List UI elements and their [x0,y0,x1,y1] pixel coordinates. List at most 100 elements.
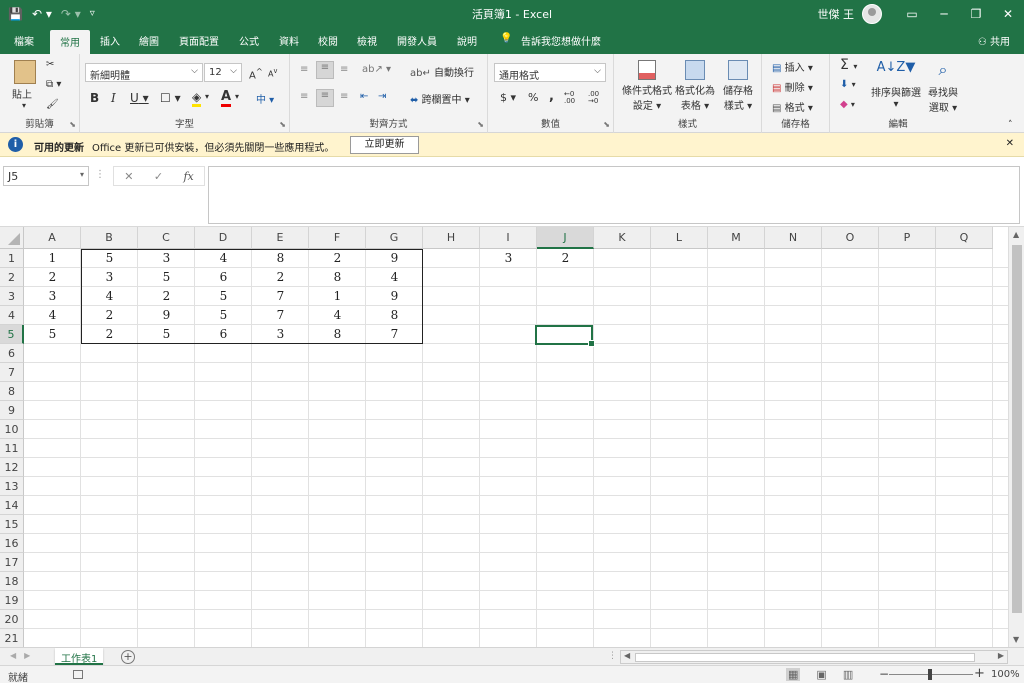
cell-c1[interactable]: 3 [138,249,195,268]
column-header-j[interactable]: J [537,227,594,249]
align-left-icon[interactable]: ≡ [300,91,308,102]
cell-d5[interactable]: 6 [195,325,252,344]
chevron-down-icon[interactable]: ▾ [80,170,84,179]
insert-cells-button[interactable]: ▤ 插入 ▾ [772,59,813,74]
tab-page-layout[interactable]: 頁面配置 [179,33,219,48]
column-header-o[interactable]: O [822,227,879,249]
add-sheet-icon[interactable]: + [121,650,135,664]
cell-d3[interactable]: 5 [195,287,252,306]
align-middle-icon[interactable]: ≡ [316,61,334,79]
name-box[interactable]: J5 ▾ [3,166,89,186]
tab-insert[interactable]: 插入 [100,33,120,48]
cell-g5[interactable]: 7 [366,325,423,344]
increase-decimal-button[interactable]: ←0.00 [564,91,575,105]
row-header-13[interactable]: 13 [0,477,24,496]
cell-c4[interactable]: 9 [138,306,195,325]
font-color-icon[interactable]: A [221,89,232,107]
tab-view[interactable]: 檢視 [357,33,377,48]
cell-b4[interactable]: 2 [81,306,138,325]
scroll-thumb[interactable] [635,653,975,662]
tab-file[interactable]: 檔案 [14,33,34,48]
row-header-9[interactable]: 9 [0,401,24,420]
minimize-icon[interactable]: ─ [928,7,960,21]
row-header-16[interactable]: 16 [0,534,24,553]
chevron-down-icon[interactable]: ▾ [235,92,239,101]
row-header-5[interactable]: 5 [0,325,24,344]
cell-i1[interactable]: 3 [480,249,537,268]
row-header-15[interactable]: 15 [0,515,24,534]
cell-c5[interactable]: 5 [138,325,195,344]
cell-d2[interactable]: 6 [195,268,252,287]
cell-a1[interactable]: 1 [24,249,81,268]
dialog-launcher-icon[interactable]: ⬊ [279,120,286,129]
row-header-8[interactable]: 8 [0,382,24,401]
scroll-left-icon[interactable]: ◀ [624,651,630,660]
column-header-m[interactable]: M [708,227,765,249]
fill-color-icon[interactable]: ◈ [192,90,202,107]
cell-a2[interactable]: 2 [24,268,81,287]
cell-g1[interactable]: 9 [366,249,423,268]
row-header-3[interactable]: 3 [0,287,24,306]
cell-f4[interactable]: 4 [309,306,366,325]
horizontal-scrollbar[interactable]: ◀ ▶ [620,650,1008,664]
format-as-table-button[interactable]: 格式化為 表格 ▾ [674,60,716,112]
page-layout-view-icon[interactable]: ▣ [816,668,826,681]
fill-icon[interactable]: ⬇ ▾ [840,79,856,90]
row-header-12[interactable]: 12 [0,458,24,477]
font-name-select[interactable]: 新細明體 ⌵ [85,63,203,82]
italic-button[interactable]: I [111,91,116,105]
dialog-launcher-icon[interactable]: ⬊ [477,120,484,129]
select-all-button[interactable] [0,227,24,249]
cell-g2[interactable]: 4 [366,268,423,287]
cell-f5[interactable]: 8 [309,325,366,344]
user-name[interactable]: 世傑 王 [818,6,855,22]
column-header-k[interactable]: K [594,227,651,249]
row-header-18[interactable]: 18 [0,572,24,591]
column-header-d[interactable]: D [195,227,252,249]
copy-icon[interactable]: ⧉ ▾ [46,79,61,90]
column-header-l[interactable]: L [651,227,708,249]
worksheet-grid[interactable]: ABCDEFGHIJKLMNOPQ 1 2 3 4 5 6 7 8 9 10 11 12 13 14 15 1… [0,227,1024,647]
cell-e3[interactable]: 7 [252,287,309,306]
row-header-6[interactable]: 6 [0,344,24,363]
cell-styles-button[interactable]: 儲存格 樣式 ▾ [718,60,758,112]
insert-function-icon[interactable]: fx [183,170,193,183]
update-now-button[interactable]: 立即更新 [350,136,419,154]
share-button[interactable]: ⚇ 共用 [978,33,1010,48]
column-header-p[interactable]: P [879,227,936,249]
zoom-level[interactable]: 100% [991,669,1020,680]
underline-button[interactable]: U ▾ [130,91,149,105]
column-header-n[interactable]: N [765,227,822,249]
cell-b2[interactable]: 3 [81,268,138,287]
scroll-down-icon[interactable]: ▼ [1013,635,1019,644]
format-painter-icon[interactable]: 🖌 [46,99,59,110]
sheet-nav-arrows[interactable]: ◀▶ [10,651,38,660]
vertical-scrollbar[interactable]: ▲ ▼ [1008,227,1024,647]
cell-b3[interactable]: 4 [81,287,138,306]
font-size-select[interactable]: 12 ⌵ [204,63,242,82]
cell-f3[interactable]: 1 [309,287,366,306]
decrease-decimal-button[interactable]: .00 →0 [588,91,599,105]
tab-review[interactable]: 校閱 [318,33,338,48]
zoom-out-icon[interactable]: − [879,667,889,681]
row-header-1[interactable]: 1 [0,249,24,268]
sheet-tab[interactable]: 工作表1 [55,648,104,665]
phonetic-guide-button[interactable]: 中 ▾ [256,91,274,106]
cell-f1[interactable]: 2 [309,249,366,268]
cell-e2[interactable]: 2 [252,268,309,287]
cell-b5[interactable]: 2 [81,325,138,344]
row-header-20[interactable]: 20 [0,610,24,629]
row-header-11[interactable]: 11 [0,439,24,458]
cell-c2[interactable]: 5 [138,268,195,287]
normal-view-icon[interactable]: ▦ [786,668,801,681]
column-header-e[interactable]: E [252,227,309,249]
merge-center-button[interactable]: ⬌ 跨欄置中 ▾ [410,91,470,106]
active-cell[interactable] [535,325,595,347]
shrink-font-button[interactable]: Av [268,67,277,79]
restore-icon[interactable]: ❐ [960,7,992,21]
ribbon-display-options-icon[interactable]: ▭ [896,7,928,21]
redo-icon[interactable]: ↷ ▾ [61,7,81,21]
sort-filter-button[interactable]: A↓Z▼ 排序與篩選 ▾ [870,60,922,110]
align-right-icon[interactable]: ≡ [340,91,348,102]
cell-c3[interactable]: 2 [138,287,195,306]
